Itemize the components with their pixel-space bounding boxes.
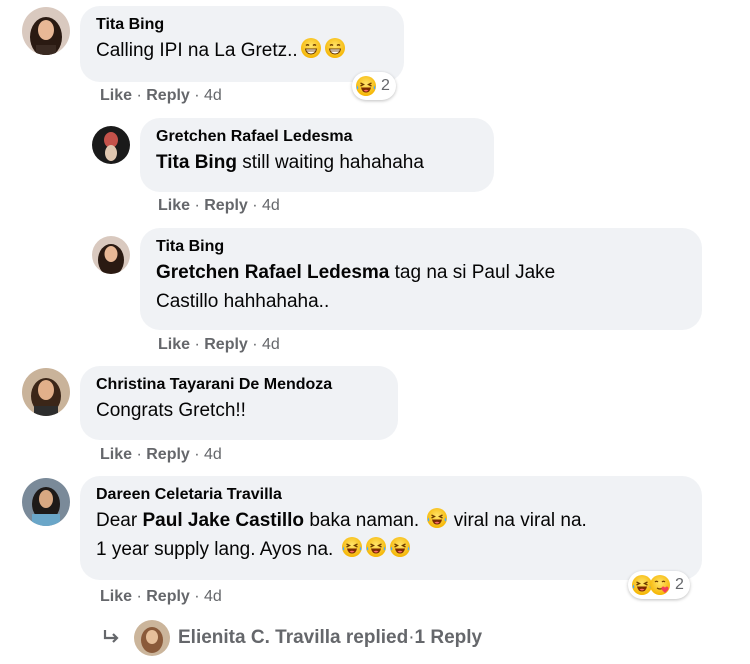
comment-text: Congrats Gretch!!	[96, 400, 246, 421]
avatar[interactable]	[22, 368, 70, 416]
comment-bubble: Tita Bing Calling IPI na La Gretz..	[80, 6, 404, 82]
timestamp[interactable]: 4d	[204, 588, 222, 605]
timestamp[interactable]: 4d	[262, 197, 280, 214]
reply-link[interactable]: Reply	[204, 336, 248, 353]
reply-link[interactable]: Reply	[146, 446, 190, 463]
laughing-tears-emoji	[426, 507, 448, 529]
comment-actions: Like · Reply · 4d	[158, 336, 280, 353]
comment-author[interactable]: Tita Bing	[96, 14, 388, 36]
comment-author[interactable]: Dareen Celetaria Travilla	[96, 484, 686, 506]
love-reaction-icon	[649, 574, 671, 596]
like-link[interactable]: Like	[158, 336, 190, 353]
avatar[interactable]	[92, 126, 130, 164]
like-link[interactable]: Like	[100, 87, 132, 104]
comment-bubble: Gretchen Rafael Ledesma Tita Bing still …	[140, 118, 494, 192]
mention-link[interactable]: Paul Jake Castillo	[142, 510, 304, 531]
reply-link[interactable]: Reply	[204, 197, 248, 214]
avatar[interactable]	[22, 478, 70, 526]
haha-reaction-icon	[355, 75, 377, 97]
comment-bubble: Dareen Celetaria Travilla Dear Paul Jake…	[80, 476, 702, 580]
reply-link[interactable]: Reply	[146, 588, 190, 605]
grin-emoji	[300, 37, 322, 59]
comment-author[interactable]: Gretchen Rafael Ledesma	[156, 126, 478, 148]
comment-author[interactable]: Christina Tayarani De Mendoza	[96, 374, 382, 396]
reaction-count[interactable]: 2	[628, 571, 690, 599]
grin-emoji	[324, 37, 346, 59]
mention-link[interactable]: Gretchen Rafael Ledesma	[156, 262, 389, 283]
comment-actions: Like · Reply · 4d	[158, 197, 280, 214]
comment-author[interactable]: Tita Bing	[156, 236, 686, 258]
comment-text: Calling IPI na La Gretz..	[96, 36, 388, 65]
laughing-tears-emoji	[365, 536, 387, 558]
laughing-tears-emoji	[341, 536, 363, 558]
comment-bubble: Tita Bing Gretchen Rafael Ledesma tag na…	[140, 228, 702, 330]
comment-actions: Like · Reply · 4d	[100, 446, 222, 463]
comment-actions: Like · Reply · 4d	[100, 588, 222, 605]
avatar	[134, 620, 170, 656]
like-link[interactable]: Like	[158, 197, 190, 214]
laughing-tears-emoji	[389, 536, 411, 558]
timestamp[interactable]: 4d	[204, 87, 222, 104]
comment-actions: Like · Reply · 4d	[100, 87, 222, 104]
reply-count[interactable]: 1 Reply	[415, 627, 483, 649]
comment-text: Gretchen Rafael Ledesma tag na si Paul J…	[156, 262, 556, 312]
replier-name[interactable]: Elienita C. Travilla replied	[178, 627, 408, 649]
timestamp[interactable]: 4d	[262, 336, 280, 353]
like-link[interactable]: Like	[100, 446, 132, 463]
comment-bubble: Christina Tayarani De Mendoza Congrats G…	[80, 366, 398, 440]
avatar[interactable]	[92, 236, 130, 274]
timestamp[interactable]: 4d	[204, 446, 222, 463]
comment-text: Tita Bing still waiting hahahaha	[156, 152, 424, 173]
comment-text: Dear Paul Jake Castillo baka naman. vira…	[96, 506, 686, 564]
mention-link[interactable]: Tita Bing	[156, 152, 237, 173]
reply-arrow-icon	[100, 626, 124, 650]
like-link[interactable]: Like	[100, 588, 132, 605]
avatar[interactable]	[22, 7, 70, 55]
view-replies-link[interactable]: Elienita C. Travilla replied · 1 Reply	[100, 620, 482, 656]
reaction-count[interactable]: 2	[352, 72, 396, 100]
reply-link[interactable]: Reply	[146, 87, 190, 104]
